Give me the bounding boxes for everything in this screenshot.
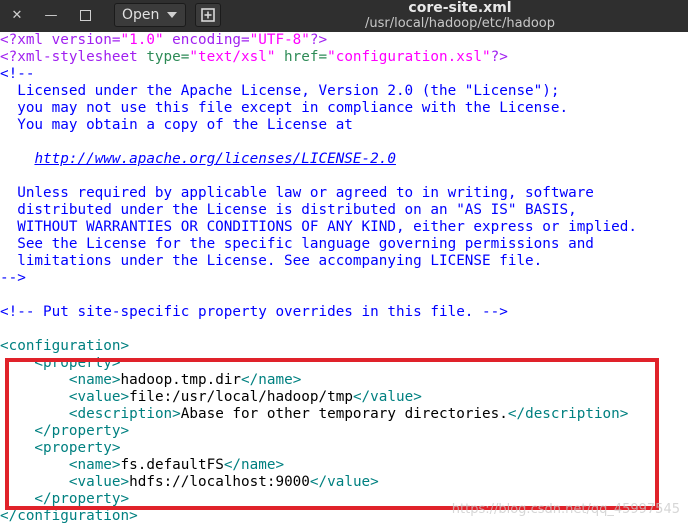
watermark: https://blog.csdn.net/qq_45997545 (451, 502, 680, 517)
code-line: --> (0, 270, 26, 286)
open-button[interactable]: Open (114, 3, 186, 27)
code-line: <?xml version="1.0" encoding="UTF-8"?> (0, 32, 328, 48)
code-line: You may obtain a copy of the License at (0, 117, 353, 133)
code-line: http://www.apache.org/licenses/LICENSE-2… (0, 151, 637, 168)
code-line: WITHOUT WARRANTIES OR CONDITIONS OF ANY … (0, 219, 637, 235)
new-document-button[interactable] (195, 3, 221, 27)
maximize-icon[interactable] (74, 4, 96, 26)
code-view[interactable]: <?xml version="1.0" encoding="UTF-8"?> <?… (0, 32, 637, 525)
code-line: distributed under the License is distrib… (0, 202, 577, 218)
license-link[interactable]: http://www.apache.org/licenses/LICENSE-2… (34, 151, 396, 167)
code-line: <property> (0, 440, 121, 456)
minimize-icon[interactable]: — (40, 4, 62, 26)
file-name: core-site.xml (408, 0, 512, 16)
code-line: <value>file:/usr/local/hadoop/tmp</value… (68, 389, 422, 405)
code-line: you may not use this file except in comp… (0, 100, 569, 116)
code-line: <!-- Put site-specific property override… (0, 304, 508, 320)
code-line: </property> (0, 423, 130, 439)
code-line: <name>fs.defaultFS</name> (68, 457, 285, 473)
window-title: core-site.xml /usr/local/hadoop/etc/hado… (300, 0, 620, 31)
close-icon[interactable]: ✕ (6, 4, 28, 26)
code-line: Licensed under the Apache License, Versi… (0, 83, 560, 99)
title-bar: ✕ — Open core-site.xml /usr/local/hadoop… (0, 0, 688, 32)
code-line: Unless required by applicable law or agr… (0, 185, 594, 201)
new-document-icon (201, 8, 215, 22)
code-line: See the License for the specific languag… (0, 236, 594, 252)
file-path: /usr/local/hadoop/etc/hadoop (364, 16, 556, 31)
code-line: <configuration> (0, 338, 130, 354)
code-line: <description>Abase for other temporary d… (68, 406, 629, 422)
code-line: <!-- (0, 66, 35, 82)
code-line: <name>hadoop.tmp.dir</name> (68, 372, 302, 388)
chevron-down-icon (167, 12, 178, 18)
text-editor[interactable]: <?xml version="1.0" encoding="UTF-8"?> <?… (0, 32, 688, 529)
code-line: <property> (0, 355, 121, 371)
code-line: limitations under the License. See accom… (0, 253, 543, 269)
code-line: <value>hdfs://localhost:9000</value> (68, 474, 379, 490)
code-line: <?xml-stylesheet type="text/xsl" href="c… (0, 49, 508, 65)
open-button-label: Open (122, 7, 160, 23)
